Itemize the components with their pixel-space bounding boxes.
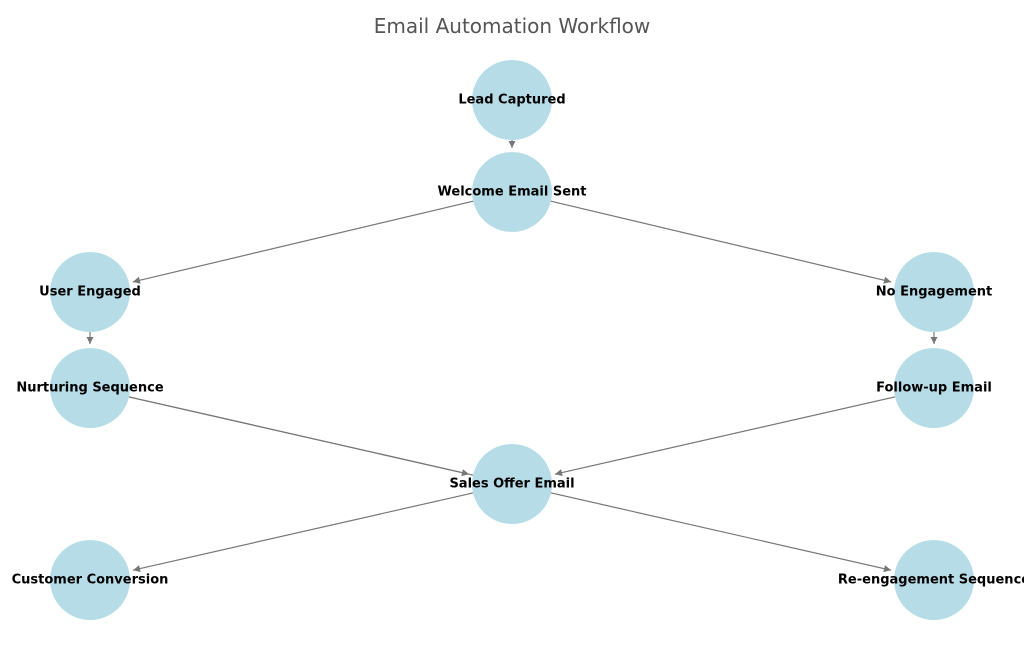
node-label-engaged: User Engaged <box>39 285 141 300</box>
node-label-lead: Lead Captured <box>458 93 565 108</box>
edge-offer-to-convert <box>133 493 473 570</box>
edge-welcome-to-noeng <box>551 201 891 282</box>
workflow-diagram: Email Automation Workflow Lead CapturedW… <box>0 0 1024 648</box>
node-label-nurture: Nurturing Sequence <box>16 381 163 396</box>
edge-welcome-to-engaged <box>133 201 473 282</box>
node-label-followup: Follow-up Email <box>876 381 992 396</box>
node-label-offer: Sales Offer Email <box>449 477 574 492</box>
node-label-convert: Customer Conversion <box>12 573 169 588</box>
node-label-noeng: No Engagement <box>876 285 993 300</box>
node-label-reeng: Re-engagement Sequence <box>838 573 1024 588</box>
node-label-welcome: Welcome Email Sent <box>438 185 587 200</box>
edge-followup-to-offer <box>555 397 895 474</box>
